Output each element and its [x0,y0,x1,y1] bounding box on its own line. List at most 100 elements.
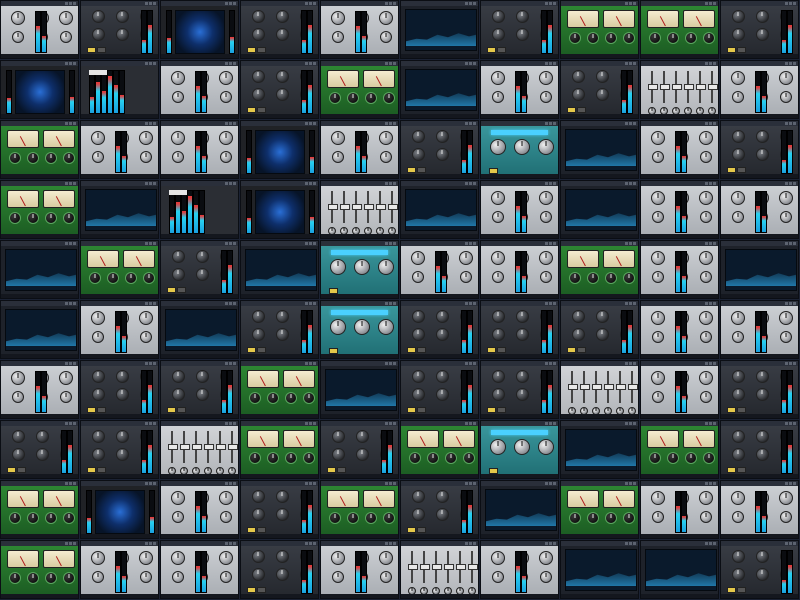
knob[interactable] [27,572,39,584]
plugin-window-eq[interactable] [80,180,159,239]
window-control-icon[interactable] [65,422,68,425]
window-control-icon[interactable] [153,362,156,365]
window-control-icon[interactable] [625,122,628,125]
window-control-icon[interactable] [389,182,392,185]
plugin-title-bar[interactable] [561,1,638,6]
knob[interactable] [171,370,185,383]
window-control-icon[interactable] [309,422,312,425]
knob[interactable] [60,391,72,403]
channel-fader[interactable] [340,191,350,223]
knob[interactable] [251,70,265,83]
knob[interactable] [491,71,505,85]
channel-fader[interactable] [228,431,238,463]
plugin-window-green[interactable] [0,540,79,599]
plugin-title-bar[interactable] [161,61,238,66]
window-control-icon[interactable] [309,2,312,5]
channel-fader[interactable] [660,71,670,103]
knob[interactable] [515,28,529,41]
knob[interactable] [172,571,184,583]
window-control-icon[interactable] [545,2,548,5]
knob[interactable] [571,310,585,323]
knob[interactable] [435,388,449,401]
knob[interactable] [703,452,715,464]
toggle-button[interactable] [417,407,426,413]
plugin-title-bar[interactable] [481,541,558,546]
plugin-title-bar[interactable] [401,61,478,66]
channel-fader[interactable] [628,371,638,403]
window-control-icon[interactable] [65,2,68,5]
plugin-window-silver[interactable] [80,300,159,359]
window-control-icon[interactable] [709,2,712,5]
knob[interactable] [699,251,713,265]
knob[interactable] [347,512,359,524]
knob[interactable] [731,388,745,401]
knob[interactable] [35,430,49,443]
plugin-title-bar[interactable] [721,121,798,126]
plugin-window-silver[interactable] [640,480,719,539]
window-control-icon[interactable] [225,122,228,125]
plugin-window-green[interactable] [80,240,159,299]
plugin-title-bar[interactable] [401,181,478,186]
knob[interactable] [731,568,745,581]
knob[interactable] [171,131,185,145]
knob[interactable] [732,91,744,103]
eq-display[interactable] [325,369,397,411]
knob[interactable] [331,448,345,461]
plugin-title-bar[interactable] [641,301,718,306]
window-control-icon[interactable] [545,242,548,245]
toggle-button[interactable] [727,407,736,413]
window-control-icon[interactable] [305,122,308,125]
window-control-icon[interactable] [465,242,468,245]
window-control-icon[interactable] [545,122,548,125]
plugin-window-dark[interactable] [560,60,639,119]
plugin-title-bar[interactable] [241,181,318,186]
channel-fader[interactable] [192,431,202,463]
window-control-icon[interactable] [549,182,552,185]
plugin-title-bar[interactable] [241,481,318,486]
plugin-window-silver[interactable] [640,360,719,419]
eq-display[interactable] [5,249,77,291]
plugin-title-bar[interactable] [481,421,558,426]
plugin-title-bar[interactable] [561,481,638,486]
plugin-title-bar[interactable] [161,121,238,126]
knob[interactable] [731,448,745,461]
window-control-icon[interactable] [553,422,556,425]
window-control-icon[interactable] [73,242,76,245]
knob[interactable] [330,259,346,275]
window-control-icon[interactable] [305,422,308,425]
toggle-button[interactable] [497,347,506,353]
knob[interactable] [251,508,265,521]
knob[interactable] [275,568,289,581]
knob[interactable] [143,272,155,284]
plugin-window-dark[interactable] [80,420,159,479]
plugin-title-bar[interactable] [321,361,398,366]
knob[interactable] [605,512,617,524]
plugin-window-silver[interactable] [160,540,239,599]
window-control-icon[interactable] [73,422,76,425]
window-control-icon[interactable] [705,482,708,485]
plugin-window-dark[interactable] [240,540,319,599]
knob[interactable] [275,88,289,101]
knob[interactable] [411,328,425,341]
plugin-title-bar[interactable] [641,61,718,66]
knob[interactable] [731,28,745,41]
knob[interactable] [354,319,370,335]
plugin-window-silver[interactable] [720,480,799,539]
plugin-window-silver[interactable] [0,0,79,59]
plugin-window-eq[interactable] [560,180,639,239]
knob[interactable] [515,388,529,401]
knob[interactable] [91,370,105,383]
eq-display[interactable] [405,9,477,51]
knob[interactable] [731,311,745,325]
plugin-title-bar[interactable] [81,481,158,486]
knob[interactable] [492,211,504,223]
knob[interactable] [492,271,504,283]
plugin-window-silver[interactable] [640,180,719,239]
knob[interactable] [755,448,769,461]
eq-display[interactable] [165,309,237,351]
plugin-window-teal[interactable] [320,300,399,359]
plugin-title-bar[interactable] [481,361,558,366]
knob[interactable] [731,550,745,563]
plugin-title-bar[interactable] [1,241,78,246]
plugin-title-bar[interactable] [81,181,158,186]
